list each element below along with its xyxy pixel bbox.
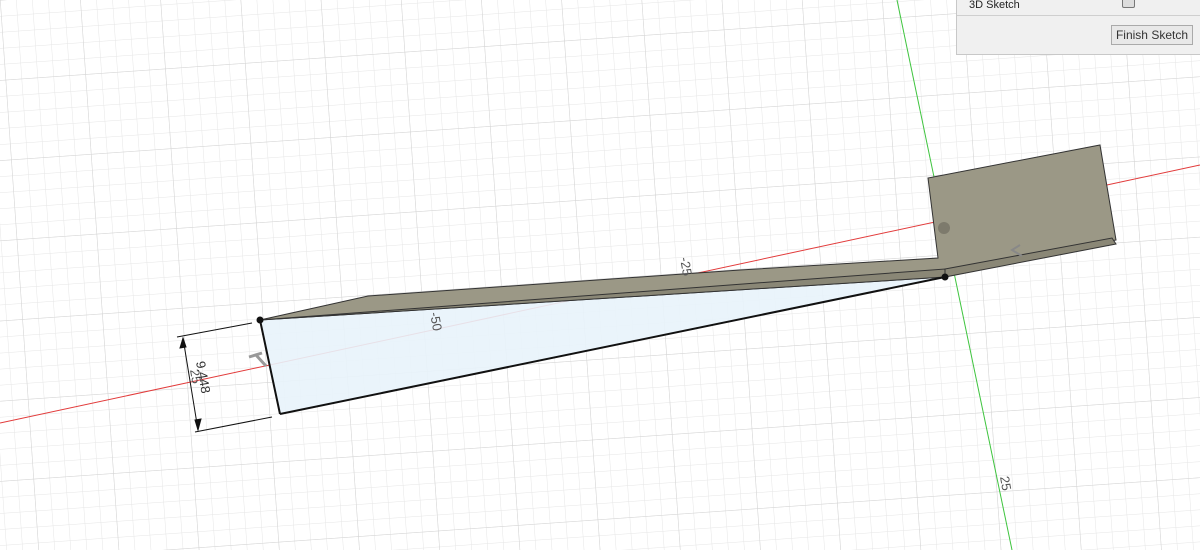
axis-label: 25 <box>997 475 1014 492</box>
grid-major <box>0 0 1200 550</box>
finish-sketch-button[interactable]: Finish Sketch <box>1110 25 1193 45</box>
sketch-palette: 3D Sketch Finish Sketch <box>956 0 1200 55</box>
sketch-point[interactable] <box>941 273 949 281</box>
3d-sketch-label: 3D Sketch <box>969 0 1020 11</box>
divider <box>957 15 1200 16</box>
sketch-canvas[interactable]: 25 9.448 -50 -25 25 <box>0 0 1200 550</box>
3d-sketch-checkbox[interactable] <box>1122 0 1135 8</box>
origin-icon <box>938 222 950 234</box>
sketch-point[interactable] <box>256 316 264 324</box>
